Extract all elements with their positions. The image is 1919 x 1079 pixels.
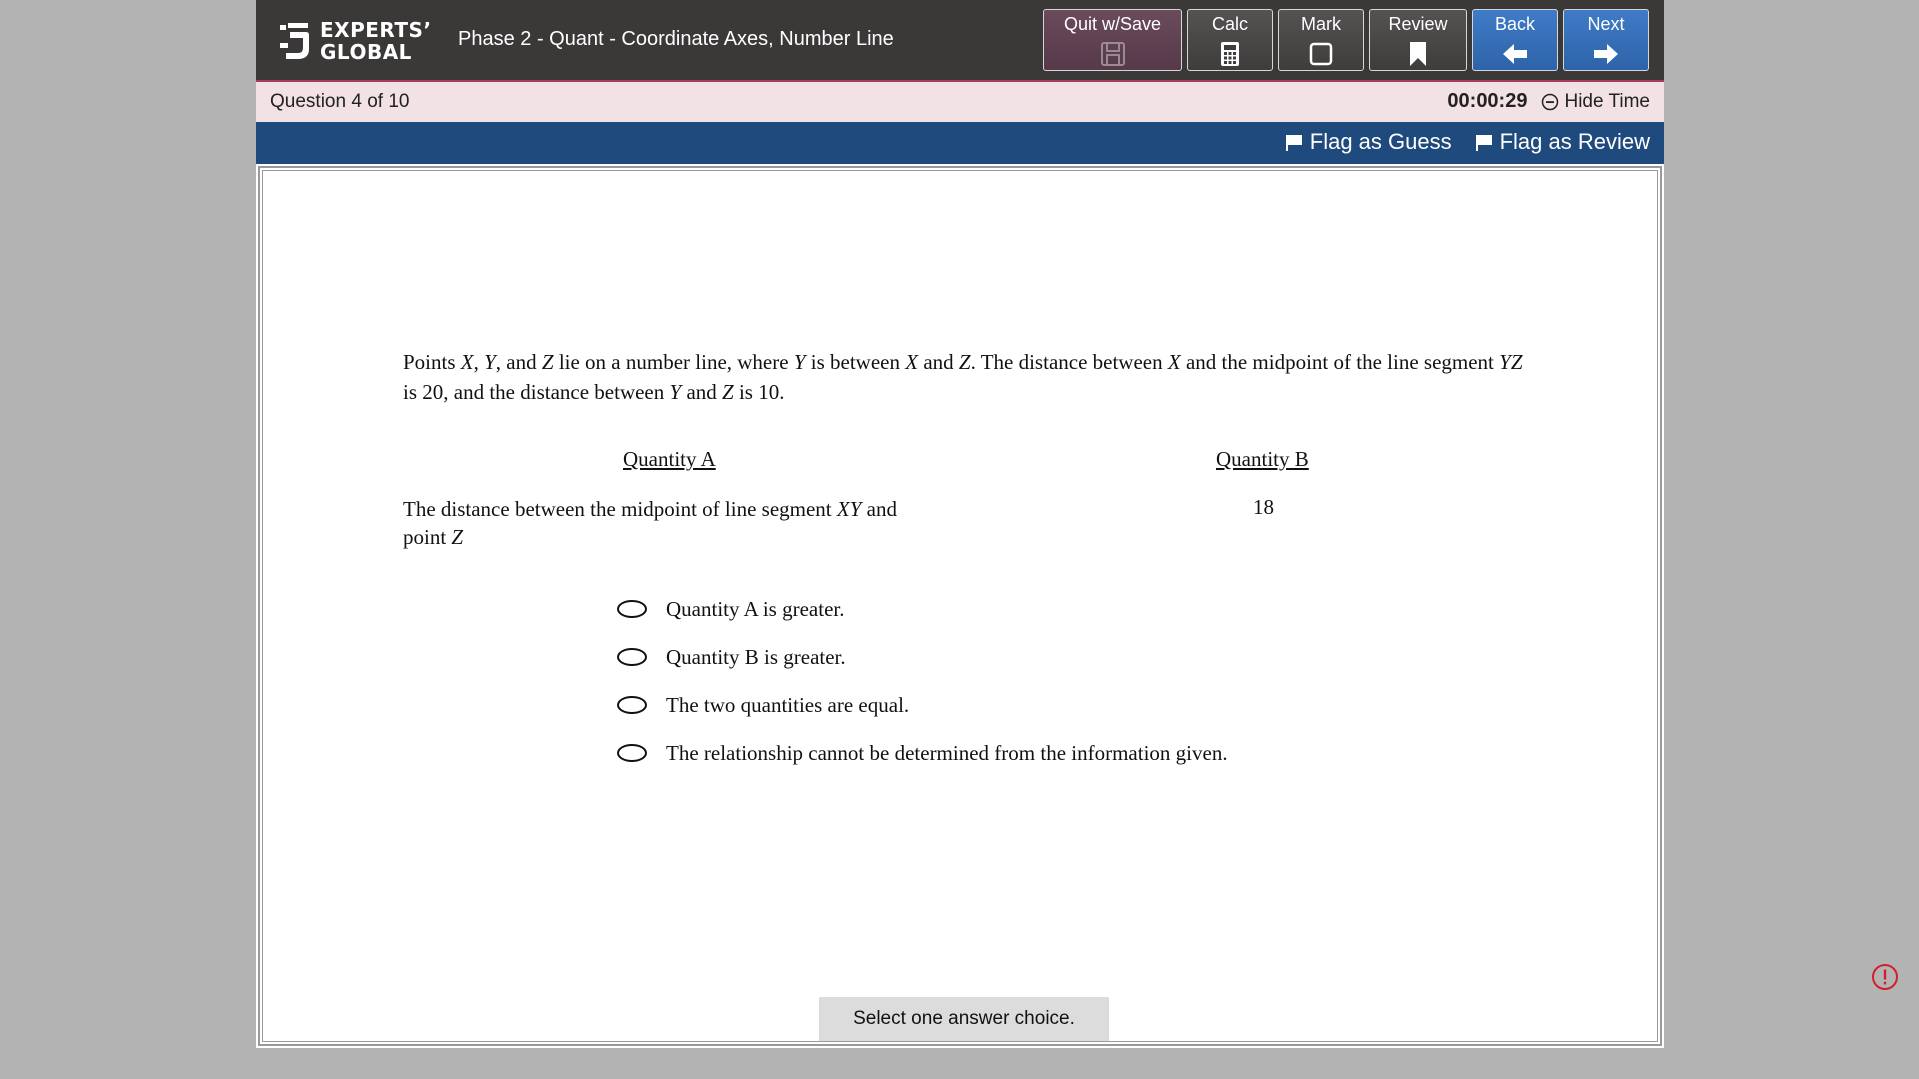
question-total: 10 bbox=[388, 91, 410, 112]
quit-save-button[interactable]: Quit w/Save bbox=[1043, 9, 1182, 71]
var-x: X bbox=[460, 350, 474, 374]
question-current: 4 bbox=[351, 91, 362, 112]
stem-text: . The distance between bbox=[970, 350, 1163, 374]
flag-actions: Flag as Guess Flag as Review bbox=[1284, 129, 1650, 155]
question-panel: Points X, Y, and Z lie on a number line,… bbox=[258, 166, 1662, 1046]
review-label: Review bbox=[1388, 14, 1448, 34]
stem-text: Points bbox=[403, 350, 456, 374]
var-x: X bbox=[905, 350, 919, 374]
test-window: EXPERTS’ GLOBAL Phase 2 - Quant - Coordi… bbox=[256, 0, 1664, 1048]
answer-choice-c[interactable]: The two quantities are equal. bbox=[617, 681, 1228, 729]
quit-save-label: Quit w/Save bbox=[1063, 14, 1162, 34]
bookmark-icon bbox=[1410, 42, 1426, 66]
experts-global-logo-icon bbox=[280, 23, 309, 59]
var-y: Y bbox=[793, 350, 806, 374]
answer-choice-label: Quantity A is greater. bbox=[666, 596, 845, 621]
answer-choice-label: The relationship cannot be determined fr… bbox=[666, 740, 1228, 765]
flag-icon bbox=[1475, 135, 1492, 151]
hide-time-label: Hide Time bbox=[1564, 90, 1650, 112]
var-z: Z bbox=[958, 350, 971, 374]
logo-line-2: GLOBAL bbox=[320, 40, 412, 64]
quantity-a-value: The distance between the midpoint of lin… bbox=[403, 495, 943, 551]
quantity-b-value: 18 bbox=[1253, 495, 1274, 519]
next-button[interactable]: Next bbox=[1563, 9, 1649, 71]
quantity-a-text: The distance between the midpoint of lin… bbox=[403, 497, 832, 521]
alert-circle-icon[interactable] bbox=[1871, 963, 1899, 991]
stem-text: is between bbox=[810, 350, 900, 374]
header-bar: EXPERTS’ GLOBAL Phase 2 - Quant - Coordi… bbox=[256, 0, 1664, 82]
back-button[interactable]: Back bbox=[1472, 9, 1558, 71]
flag-bar: Flag as Guess Flag as Review bbox=[256, 122, 1664, 164]
mark-label: Mark bbox=[1301, 14, 1341, 34]
var-z: Z bbox=[451, 525, 464, 549]
answer-choice-label: The two quantities are equal. bbox=[666, 692, 910, 717]
timer-value: 00:00:29 bbox=[1447, 90, 1528, 112]
logo: EXPERTS’ GLOBAL bbox=[278, 18, 432, 64]
var-yz: YZ bbox=[1499, 350, 1523, 374]
flag-as-guess-label: Flag as Guess bbox=[1309, 129, 1452, 154]
minus-circle-icon bbox=[1542, 93, 1559, 110]
flag-as-review-label: Flag as Review bbox=[1499, 129, 1650, 154]
var-z: Z bbox=[541, 350, 554, 374]
var-y: Y bbox=[484, 350, 496, 374]
save-icon bbox=[1100, 42, 1125, 66]
calculator-icon bbox=[1221, 42, 1239, 66]
calc-label: Calc bbox=[1211, 14, 1248, 34]
var-y: Y bbox=[669, 380, 682, 404]
radio-button[interactable] bbox=[617, 648, 647, 666]
answer-choices: Quantity A is greater. Quantity B is gre… bbox=[617, 585, 1228, 777]
question-panel-inner: Points X, Y, and Z lie on a number line,… bbox=[262, 170, 1658, 1042]
calc-button[interactable]: Calc bbox=[1187, 9, 1273, 71]
flag-icon bbox=[1285, 135, 1302, 151]
radio-button[interactable] bbox=[617, 696, 647, 714]
instruction-hint: Select one answer choice. bbox=[819, 997, 1109, 1041]
timer: 00:00:29 Hide Time bbox=[1447, 90, 1650, 113]
stem-text: and bbox=[686, 380, 717, 404]
answer-choice-a[interactable]: Quantity A is greater. bbox=[617, 585, 1228, 633]
answer-choice-d[interactable]: The relationship cannot be determined fr… bbox=[617, 729, 1228, 777]
question-status-bar: Question 4 of 10 00:00:29 Hide Time bbox=[256, 82, 1664, 122]
radio-button[interactable] bbox=[617, 600, 647, 618]
radio-button[interactable] bbox=[617, 744, 647, 762]
flag-as-guess-button[interactable]: Flag as Guess bbox=[1284, 129, 1452, 155]
logo-text: EXPERTS’ GLOBAL bbox=[320, 19, 432, 63]
quantity-b-heading: Quantity B bbox=[1216, 447, 1309, 471]
logo-line-1: EXPERTS’ bbox=[320, 18, 432, 42]
var-z: Z bbox=[722, 380, 734, 404]
answer-choice-label: Quantity B is greater. bbox=[666, 644, 846, 669]
answer-choice-b[interactable]: Quantity B is greater. bbox=[617, 633, 1228, 681]
arrow-left-icon bbox=[1503, 44, 1527, 64]
back-label: Back bbox=[1494, 14, 1536, 34]
arrow-right-icon bbox=[1594, 44, 1618, 64]
quantity-a-heading: Quantity A bbox=[623, 447, 716, 471]
stem-comma: , bbox=[473, 350, 479, 374]
stem-comma: , bbox=[495, 350, 502, 374]
stem-text: and bbox=[506, 350, 537, 374]
question-of: of bbox=[367, 91, 384, 112]
var-x: X bbox=[1167, 350, 1181, 374]
mark-button[interactable]: Mark bbox=[1278, 9, 1364, 71]
stem-text: lie on a number line, where bbox=[558, 350, 789, 374]
section-title: Phase 2 - Quant - Coordinate Axes, Numbe… bbox=[458, 28, 894, 50]
question-counter: Question 4 of 10 bbox=[270, 91, 409, 113]
next-label: Next bbox=[1587, 14, 1625, 34]
toolbar: Quit w/Save Calc Mark Review Back Next bbox=[1043, 9, 1649, 71]
stem-text: and bbox=[923, 350, 954, 374]
question-label: Question bbox=[270, 91, 347, 112]
hide-time-button[interactable]: Hide Time bbox=[1541, 91, 1650, 113]
stem-text: and the midpoint of the line segment bbox=[1185, 350, 1494, 374]
review-button[interactable]: Review bbox=[1369, 9, 1467, 71]
stem-text: is 10. bbox=[738, 380, 785, 404]
var-xy: XY bbox=[836, 497, 862, 521]
flag-as-review-button[interactable]: Flag as Review bbox=[1474, 129, 1650, 155]
checkbox-icon bbox=[1309, 42, 1333, 66]
question-stem: Points X, Y, and Z lie on a number line,… bbox=[403, 347, 1533, 407]
stem-text: is 20, and the distance between bbox=[403, 380, 665, 404]
